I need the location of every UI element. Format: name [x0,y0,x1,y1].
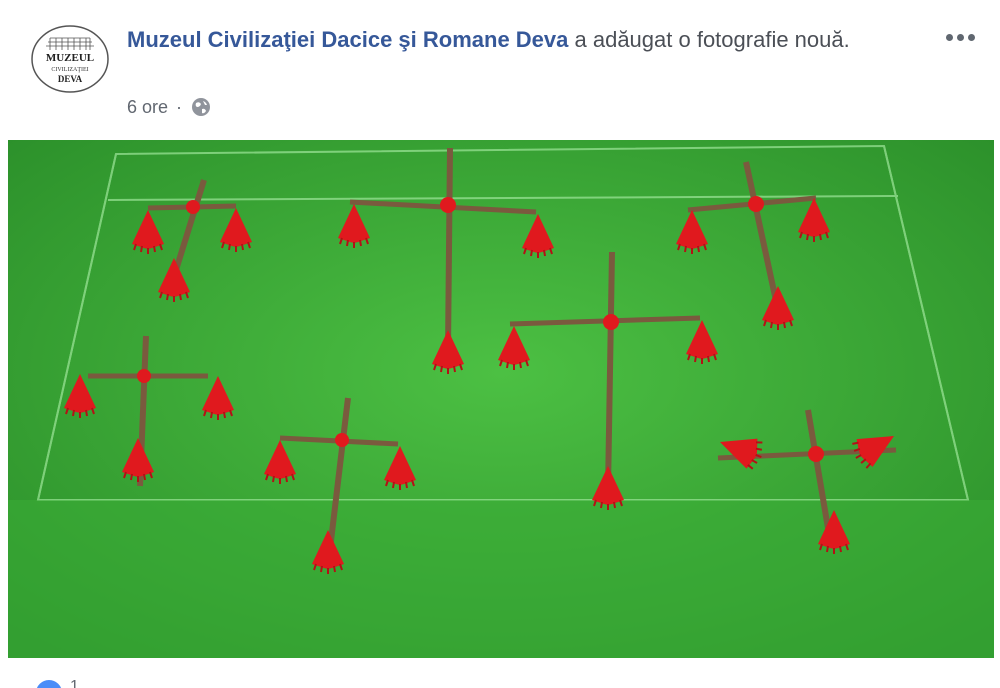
facebook-post: MUZEUL CIVILIZAŢIEI DEVA Muzeul Civiliza… [0,0,1000,688]
logo-text-line2: CIVILIZAŢIEI [51,67,88,73]
more-dot-icon [956,33,964,41]
like-icon[interactable] [34,678,64,688]
reaction-count[interactable]: 1 [70,678,79,688]
post-action-text: a adăugat o fotografie nouă. [568,27,850,52]
logo-text-line3: DEVA [58,74,83,84]
page-name-link[interactable]: Muzeul Civilizaţiei Dacice şi Romane Dev… [127,27,568,52]
more-dot-icon [945,33,953,41]
logo-text-line1: MUZEUL [46,52,94,64]
photo-image [8,140,994,658]
more-options-button[interactable] [938,22,982,52]
more-dot-icon [967,33,975,41]
post-header: MUZEUL CIVILIZAŢIEI DEVA Muzeul Civiliza… [0,0,1000,140]
post-footer: 1 [0,658,1000,688]
post-title: Muzeul Civilizaţiei Dacice şi Romane Dev… [127,22,887,57]
globe-icon[interactable] [190,96,212,118]
page-avatar[interactable]: MUZEUL CIVILIZAŢIEI DEVA [30,24,110,94]
museum-logo-icon: MUZEUL CIVILIZAŢIEI DEVA [31,25,109,93]
post-photo[interactable] [8,140,994,658]
post-meta: 6 ore · [127,92,212,122]
meta-separator: · [176,96,183,117]
post-timestamp[interactable]: 6 ore [127,97,168,118]
